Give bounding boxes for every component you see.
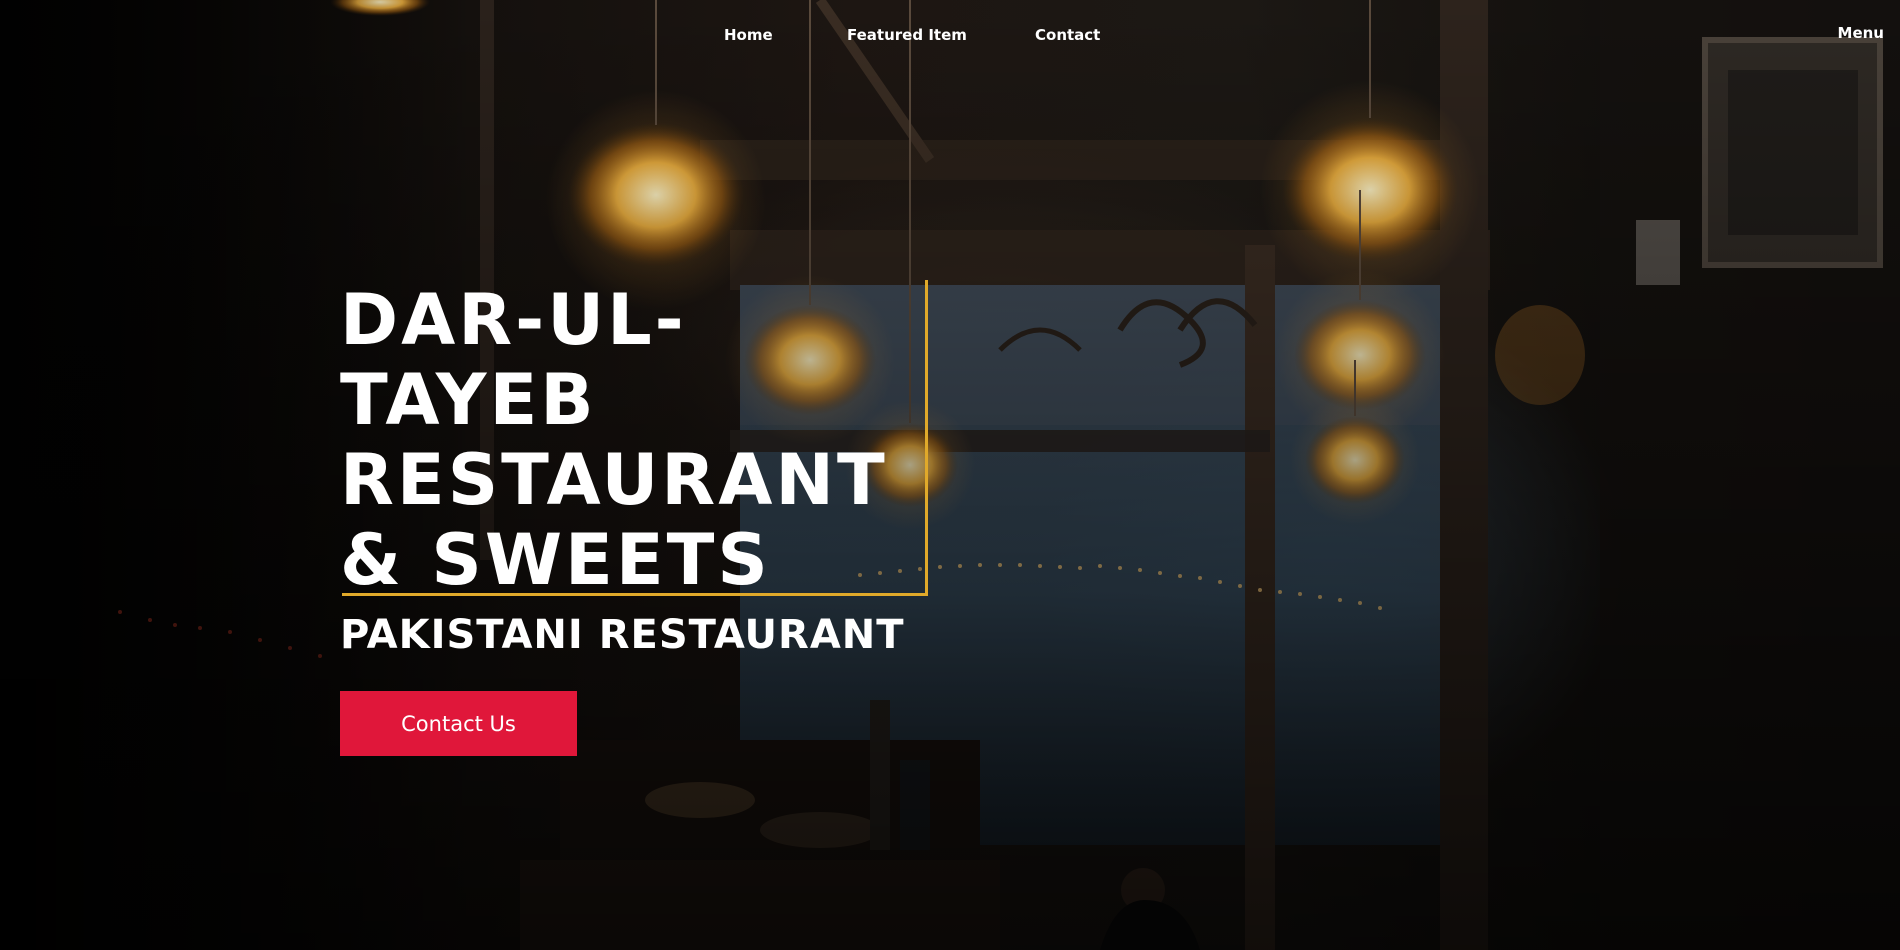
- menu-button[interactable]: Menu: [1838, 24, 1884, 42]
- contact-us-button[interactable]: Contact Us: [340, 691, 577, 756]
- hero-title-line-1: DAR-UL-: [340, 279, 687, 361]
- hero-page: Home Featured Item Contact Menu DAR-UL- …: [0, 0, 1900, 950]
- hero-subtitle: PAKISTANI RESTAURANT: [340, 612, 905, 658]
- top-nav: Home Featured Item Contact: [0, 26, 1900, 50]
- hero-title-line-3: RESTAURANT: [340, 439, 888, 521]
- nav-featured-item-link[interactable]: Featured Item: [847, 26, 967, 44]
- hero-title-line-2: TAYEB: [340, 359, 597, 441]
- hero-title-line-4: & SWEETS: [340, 519, 771, 601]
- background-photo: [0, 0, 1900, 950]
- hero-title: DAR-UL- TAYEB RESTAURANT & SWEETS: [340, 280, 900, 600]
- hero-title-block: DAR-UL- TAYEB RESTAURANT & SWEETS: [340, 280, 900, 600]
- nav-home-link[interactable]: Home: [724, 26, 773, 44]
- nav-contact-link[interactable]: Contact: [1035, 26, 1100, 44]
